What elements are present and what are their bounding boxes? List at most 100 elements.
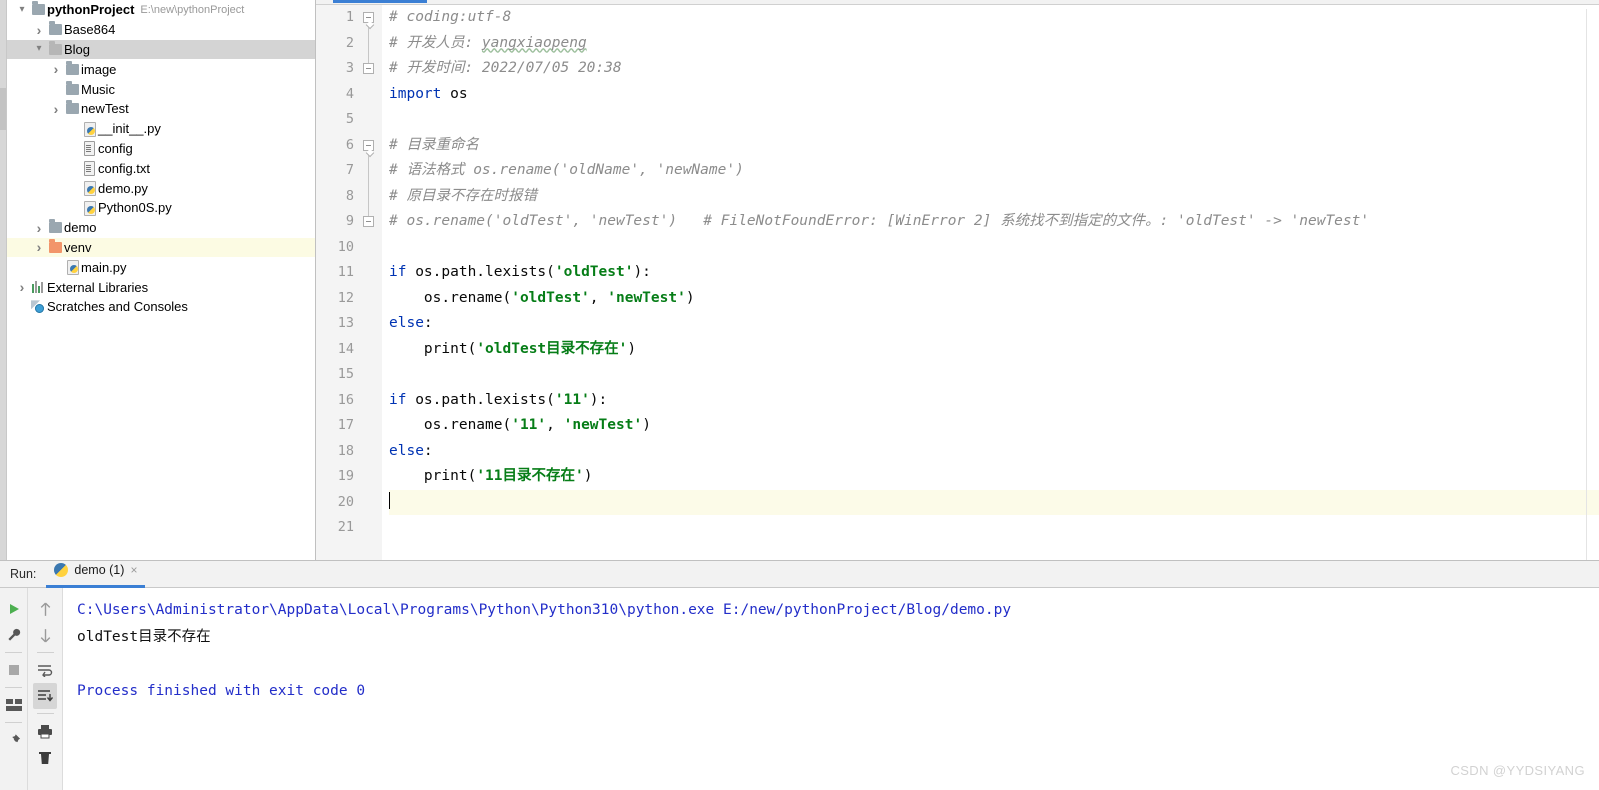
code-token: '11': [511, 417, 547, 433]
tree-item-config[interactable]: config: [7, 139, 315, 159]
chevron-right-icon[interactable]: [32, 23, 46, 37]
code-line[interactable]: # coding:utf-8: [389, 5, 1599, 31]
fold-end-icon[interactable]: [363, 63, 374, 74]
chevron-right-icon[interactable]: [49, 62, 63, 76]
print-icon[interactable]: [33, 718, 57, 744]
code-token: if: [389, 391, 407, 408]
code-folding-column[interactable]: [360, 5, 378, 560]
scroll-to-end-icon[interactable]: [33, 683, 57, 709]
tree-item-scratches-and-consoles[interactable]: Scratches and Consoles: [7, 297, 315, 317]
chevron-down-icon[interactable]: [32, 44, 46, 54]
code-token: # coding:utf-8: [389, 9, 512, 25]
tree-item-main-py[interactable]: main.py: [7, 257, 315, 277]
code-line[interactable]: os.rename('11', 'newTest'): [389, 413, 1599, 439]
code-line[interactable]: [389, 515, 1599, 541]
tree-item-label: venv: [64, 239, 92, 255]
stop-icon[interactable]: [2, 657, 26, 683]
tree-item-config-txt[interactable]: config.txt: [7, 158, 315, 178]
code-token: '11目录不存在': [476, 468, 584, 484]
scroll-down-icon[interactable]: [33, 622, 57, 648]
tree-item-image[interactable]: image: [7, 59, 315, 79]
run-toolbar-left[interactable]: [0, 588, 28, 790]
tree-item-label: pythonProject: [47, 2, 135, 18]
pin-icon[interactable]: [2, 727, 26, 753]
code-line[interactable]: # 目录重命名: [389, 133, 1599, 159]
code-token: 'newTest': [563, 417, 643, 433]
left-tool-window-strip[interactable]: [0, 0, 7, 560]
code-token: # 开发人员:: [389, 34, 482, 51]
run-tab-demo[interactable]: demo (1) ×: [46, 559, 146, 588]
console-output[interactable]: C:\Users\Administrator\AppData\Local\Pro…: [63, 588, 1599, 790]
divider: [5, 652, 22, 653]
divider: [36, 652, 54, 653]
tree-item-python0s-py[interactable]: Python0S.py: [7, 198, 315, 218]
fold-expand-icon[interactable]: [363, 139, 374, 151]
tree-item-path: E:\new\pythonProject: [140, 3, 245, 16]
line-number-gutter[interactable]: 1 2 3 4 5 6 7 8 9 10 11 12 13 14 15 16 17 18 19 20 21: [316, 5, 382, 560]
chevron-right-icon[interactable]: [15, 280, 29, 294]
run-toolbar-right[interactable]: [28, 588, 63, 790]
clear-all-icon[interactable]: [33, 744, 57, 770]
tree-item-demo-py[interactable]: demo.py: [7, 178, 315, 198]
tree-item-blog[interactable]: Blog: [7, 39, 315, 60]
project-tool-window-button[interactable]: [0, 88, 6, 130]
scroll-up-icon[interactable]: [33, 596, 57, 622]
code-line[interactable]: os.rename('oldTest', 'newTest'): [389, 286, 1599, 312]
layout-icon[interactable]: [2, 692, 26, 718]
code-token: os.rename(: [389, 417, 512, 433]
code-token: os.rename(: [389, 289, 512, 306]
code-token: # 开发时间: 2022/07/05 20:38: [389, 60, 622, 76]
chevron-right-icon[interactable]: [32, 240, 46, 254]
soft-wrap-icon[interactable]: [33, 657, 57, 683]
code-line[interactable]: [389, 489, 1599, 515]
tree-item-label: config.txt: [98, 160, 151, 176]
tree-item-base864[interactable]: Base864: [7, 20, 315, 40]
tree-item-label: config: [98, 140, 133, 156]
editor-vertical-scrollbar[interactable]: [1586, 9, 1599, 560]
code-line[interactable]: # 开发时间: 2022/07/05 20:38: [389, 56, 1599, 82]
close-icon[interactable]: ×: [130, 563, 137, 577]
code-token: print(: [389, 340, 477, 357]
tree-item-music[interactable]: Music: [7, 79, 315, 99]
fold-end-icon[interactable]: [363, 216, 374, 227]
run-label: Run:: [10, 567, 37, 581]
tree-item-pythonproject[interactable]: pythonProject E:\new\pythonProject: [7, 0, 315, 20]
code-line[interactable]: else:: [389, 439, 1599, 465]
code-token: os.path.lexists(: [406, 391, 555, 408]
chevron-down-icon[interactable]: [15, 5, 29, 15]
tree-item-init-py[interactable]: __init__.py: [7, 119, 315, 139]
project-tree-panel[interactable]: pythonProject E:\new\pythonProject Base864…: [7, 0, 316, 560]
code-line[interactable]: [389, 235, 1599, 261]
code-line[interactable]: [389, 107, 1599, 133]
tree-item-label: demo.py: [98, 180, 148, 196]
code-line[interactable]: else:: [389, 311, 1599, 337]
code-line[interactable]: import os: [389, 82, 1599, 108]
code-line[interactable]: print('oldTest目录不存在'): [389, 337, 1599, 363]
code-line[interactable]: print('11目录不存在'): [389, 464, 1599, 490]
code-line[interactable]: # 开发人员: yangxiaopeng: [389, 31, 1599, 57]
tree-item-demo[interactable]: demo: [7, 218, 315, 238]
settings-wrench-icon[interactable]: [2, 622, 26, 648]
scratches-icon: [29, 300, 47, 314]
code-line[interactable]: # os.rename('oldTest', 'newTest') # File…: [389, 209, 1599, 235]
fold-expand-icon[interactable]: [363, 12, 374, 23]
folder-icon: [46, 40, 64, 55]
chevron-right-icon[interactable]: [49, 102, 63, 116]
run-tab-label: demo (1): [74, 563, 125, 577]
folder-icon: [63, 100, 81, 115]
code-line[interactable]: # 语法格式 os.rename('oldName', 'newName'): [389, 158, 1599, 184]
console-line: C:\Users\Administrator\AppData\Local\Pro…: [77, 602, 1012, 618]
chevron-right-icon[interactable]: [32, 221, 46, 235]
tree-item-newtest[interactable]: newTest: [7, 99, 315, 119]
python-icon: [54, 563, 69, 577]
run-icon[interactable]: [2, 596, 26, 622]
code-line[interactable]: # 原目录不存在时报错: [389, 184, 1599, 210]
code-line[interactable]: if os.path.lexists('oldTest'):: [389, 260, 1599, 286]
code-token: ): [642, 417, 651, 433]
tree-item-venv[interactable]: venv: [7, 237, 315, 258]
tree-item-external-libraries[interactable]: External Libraries: [7, 277, 315, 297]
code-text-area[interactable]: # coding:utf-8 # 开发人员: yangxiaopeng # 开发时间…: [382, 5, 1599, 560]
library-icon: [29, 281, 47, 294]
code-line[interactable]: if os.path.lexists('11'):: [389, 388, 1599, 414]
code-line[interactable]: [389, 362, 1599, 388]
